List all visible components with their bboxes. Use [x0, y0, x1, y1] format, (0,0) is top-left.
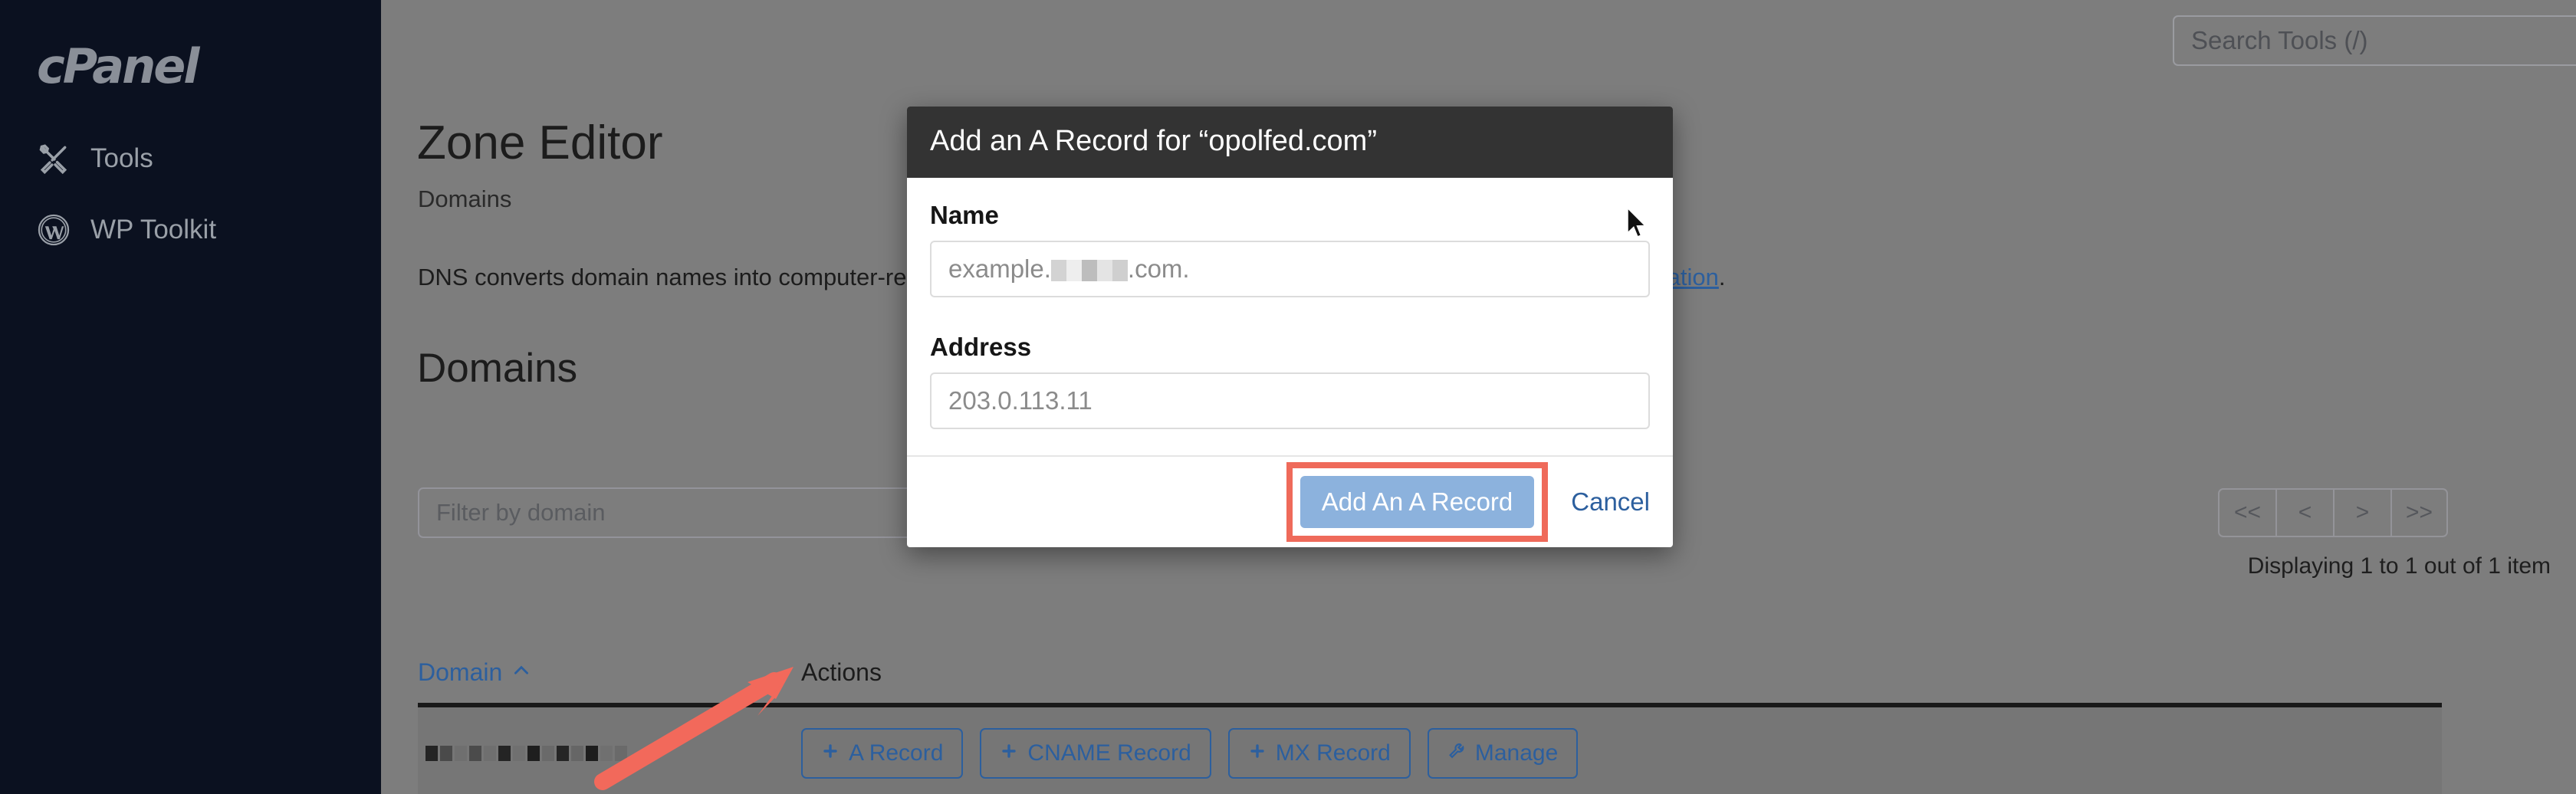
pagination-first-button[interactable]: <<: [2218, 488, 2275, 537]
column-header-domain-label: Domain: [418, 658, 503, 686]
button-label: A Record: [849, 740, 944, 766]
top-bar: Search Tools (/): [381, 0, 2576, 82]
column-header-domain[interactable]: Domain: [418, 658, 801, 687]
sidebar-item-wp-toolkit[interactable]: WP Toolkit: [37, 213, 216, 247]
section-title: Domains: [417, 346, 578, 391]
add-cname-record-button[interactable]: CNAME Record: [980, 728, 1211, 779]
name-field[interactable]: example. .com.: [930, 241, 1650, 297]
plus-icon: [1000, 740, 1018, 766]
address-field[interactable]: 203.0.113.11: [930, 372, 1650, 429]
search-input[interactable]: Search Tools (/): [2173, 15, 2576, 66]
plus-icon: [1248, 740, 1267, 766]
add-a-record-button[interactable]: A Record: [801, 728, 964, 779]
pagination-info: Displaying 1 to 1 out of 1 item: [2247, 553, 2551, 579]
column-header-actions: Actions: [801, 658, 882, 686]
address-field-placeholder: 203.0.113.11: [948, 386, 1092, 415]
add-mx-record-button[interactable]: MX Record: [1227, 728, 1411, 779]
search-input-value: Search Tools (/): [2191, 26, 2368, 54]
table-cell-actions: A Record CNAME Record MX Record Manage: [801, 728, 1579, 779]
tools-icon: [37, 142, 71, 176]
table-cell-domain: [418, 746, 801, 761]
pagination-next-button[interactable]: >: [2333, 488, 2390, 537]
add-a-record-modal: Add an A Record for “opolfed.com” Name e…: [907, 107, 1673, 547]
sidebar: cPanel Tools WP Toolkit: [0, 0, 381, 794]
table-row: A Record CNAME Record MX Record Manage: [418, 707, 2442, 794]
address-field-label: Address: [930, 333, 1032, 361]
button-label: Manage: [1474, 740, 1559, 766]
pagination: << < > >>: [2218, 488, 2448, 537]
sidebar-item-tools[interactable]: Tools: [37, 142, 153, 176]
sidebar-item-label: Tools: [90, 143, 153, 173]
sort-ascending-icon: [511, 658, 531, 687]
breadcrumb: Domains: [418, 185, 512, 212]
cpanel-logo: cPanel: [37, 38, 200, 94]
plus-icon: [821, 740, 840, 766]
filter-input-value: Filter by domain: [436, 499, 606, 526]
sidebar-item-label: WP Toolkit: [90, 215, 217, 244]
app-root: cPanel Tools WP Toolkit Search Tools (/)…: [0, 0, 2576, 794]
annotation-highlight-box: Add An A Record: [1286, 462, 1549, 542]
cancel-button[interactable]: Cancel: [1571, 487, 1650, 517]
description-text-end: .: [1718, 264, 1726, 290]
pagination-prev-button[interactable]: <: [2275, 488, 2333, 537]
manage-button[interactable]: Manage: [1427, 728, 1579, 779]
wordpress-icon: [37, 213, 71, 247]
domains-table: Domain Actions A Record CNAME Record MX …: [418, 658, 2442, 794]
button-label: CNAME Record: [1027, 740, 1191, 766]
description-text-before: DNS converts domain names into computer-…: [418, 264, 933, 290]
wrench-icon: [1447, 740, 1466, 766]
redacted-placeholder-segment: [1050, 254, 1128, 284]
modal-footer: Add An A Record Cancel: [907, 457, 1673, 547]
modal-title: Add an A Record for “opolfed.com”: [907, 107, 1673, 178]
name-field-label: Name: [930, 201, 999, 229]
name-field-placeholder: example. .com.: [948, 254, 1190, 284]
redacted-domain-name: [426, 746, 629, 761]
modal-body: Name example. .com. Address 203.0.113.11: [907, 178, 1673, 455]
add-an-a-record-button[interactable]: Add An A Record: [1300, 476, 1535, 528]
page-title: Zone Editor: [417, 116, 663, 169]
table-header-row: Domain Actions: [418, 658, 2442, 703]
pagination-last-button[interactable]: >>: [2390, 488, 2448, 537]
button-label: MX Record: [1275, 740, 1391, 766]
